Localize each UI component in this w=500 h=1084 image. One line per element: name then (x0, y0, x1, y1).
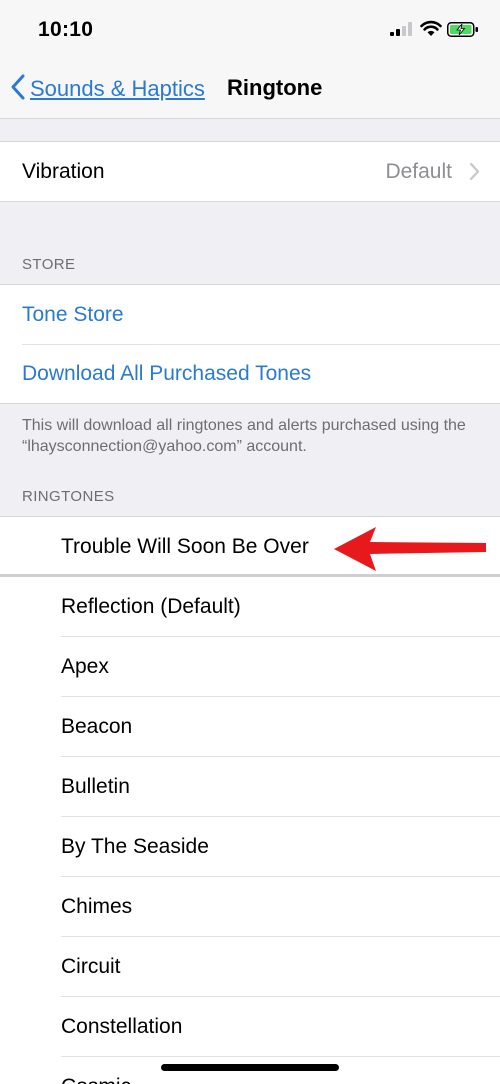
signal-icon (390, 22, 412, 41)
ringtone-label: Constellation (61, 1015, 183, 1038)
back-button[interactable]: Sounds & Haptics (10, 72, 205, 106)
status-time: 10:10 (38, 18, 94, 41)
vibration-label: Vibration (22, 159, 105, 183)
ringtone-item[interactable]: Constellation (0, 997, 500, 1057)
status-bar: 10:10 (0, 0, 500, 60)
ringtone-list: Trouble Will Soon Be Over Reflection (De… (0, 516, 500, 1084)
ringtone-label: Bulletin (61, 775, 130, 798)
ringtone-label: By The Seaside (61, 835, 209, 858)
ringtone-item[interactable]: Beacon (0, 697, 500, 757)
battery-charging-icon (447, 22, 479, 42)
download-all-link[interactable]: Download All Purchased Tones (0, 362, 311, 386)
ringtone-item[interactable]: Bulletin (0, 757, 500, 817)
chevron-right-icon (469, 162, 480, 187)
ringtone-label: Apex (61, 655, 109, 678)
ringtone-label: Circuit (61, 955, 121, 978)
home-indicator[interactable] (161, 1064, 339, 1071)
vibration-row[interactable]: Vibration Default (0, 142, 500, 201)
ringtone-item[interactable]: Circuit (0, 937, 500, 997)
ringtone-item[interactable]: By The Seaside (0, 817, 500, 877)
ringtone-item[interactable]: Reflection (Default) (0, 577, 500, 637)
chevron-left-icon (10, 73, 26, 106)
vibration-group: Vibration Default (0, 141, 500, 202)
ringtone-label: Beacon (61, 715, 133, 738)
store-section-header: STORE (22, 256, 76, 273)
store-group: Tone Store Download All Purchased Tones (0, 284, 500, 404)
tone-store-row[interactable]: Tone Store (0, 285, 500, 344)
tone-store-link[interactable]: Tone Store (0, 303, 124, 327)
back-label: Sounds & Haptics (30, 76, 205, 101)
ringtone-label: Reflection (Default) (61, 595, 241, 618)
page-title: Ringtone (227, 75, 323, 100)
ringtone-item[interactable]: Chimes (0, 877, 500, 937)
store-footer-text: This will download all ringtones and ale… (22, 417, 466, 455)
red-arrow-annotation-icon (330, 525, 490, 578)
wifi-icon (420, 20, 442, 42)
ringtone-item[interactable]: Apex (0, 637, 500, 697)
download-all-row[interactable]: Download All Purchased Tones (0, 344, 500, 403)
ringtone-label: Chimes (61, 895, 133, 918)
ringtones-section-header: RINGTONES (22, 488, 115, 505)
vibration-value: Default (385, 159, 452, 183)
nav-bar: Sounds & Haptics Ringtone (0, 60, 500, 119)
ringtone-label: Trouble Will Soon Be Over (61, 535, 309, 558)
